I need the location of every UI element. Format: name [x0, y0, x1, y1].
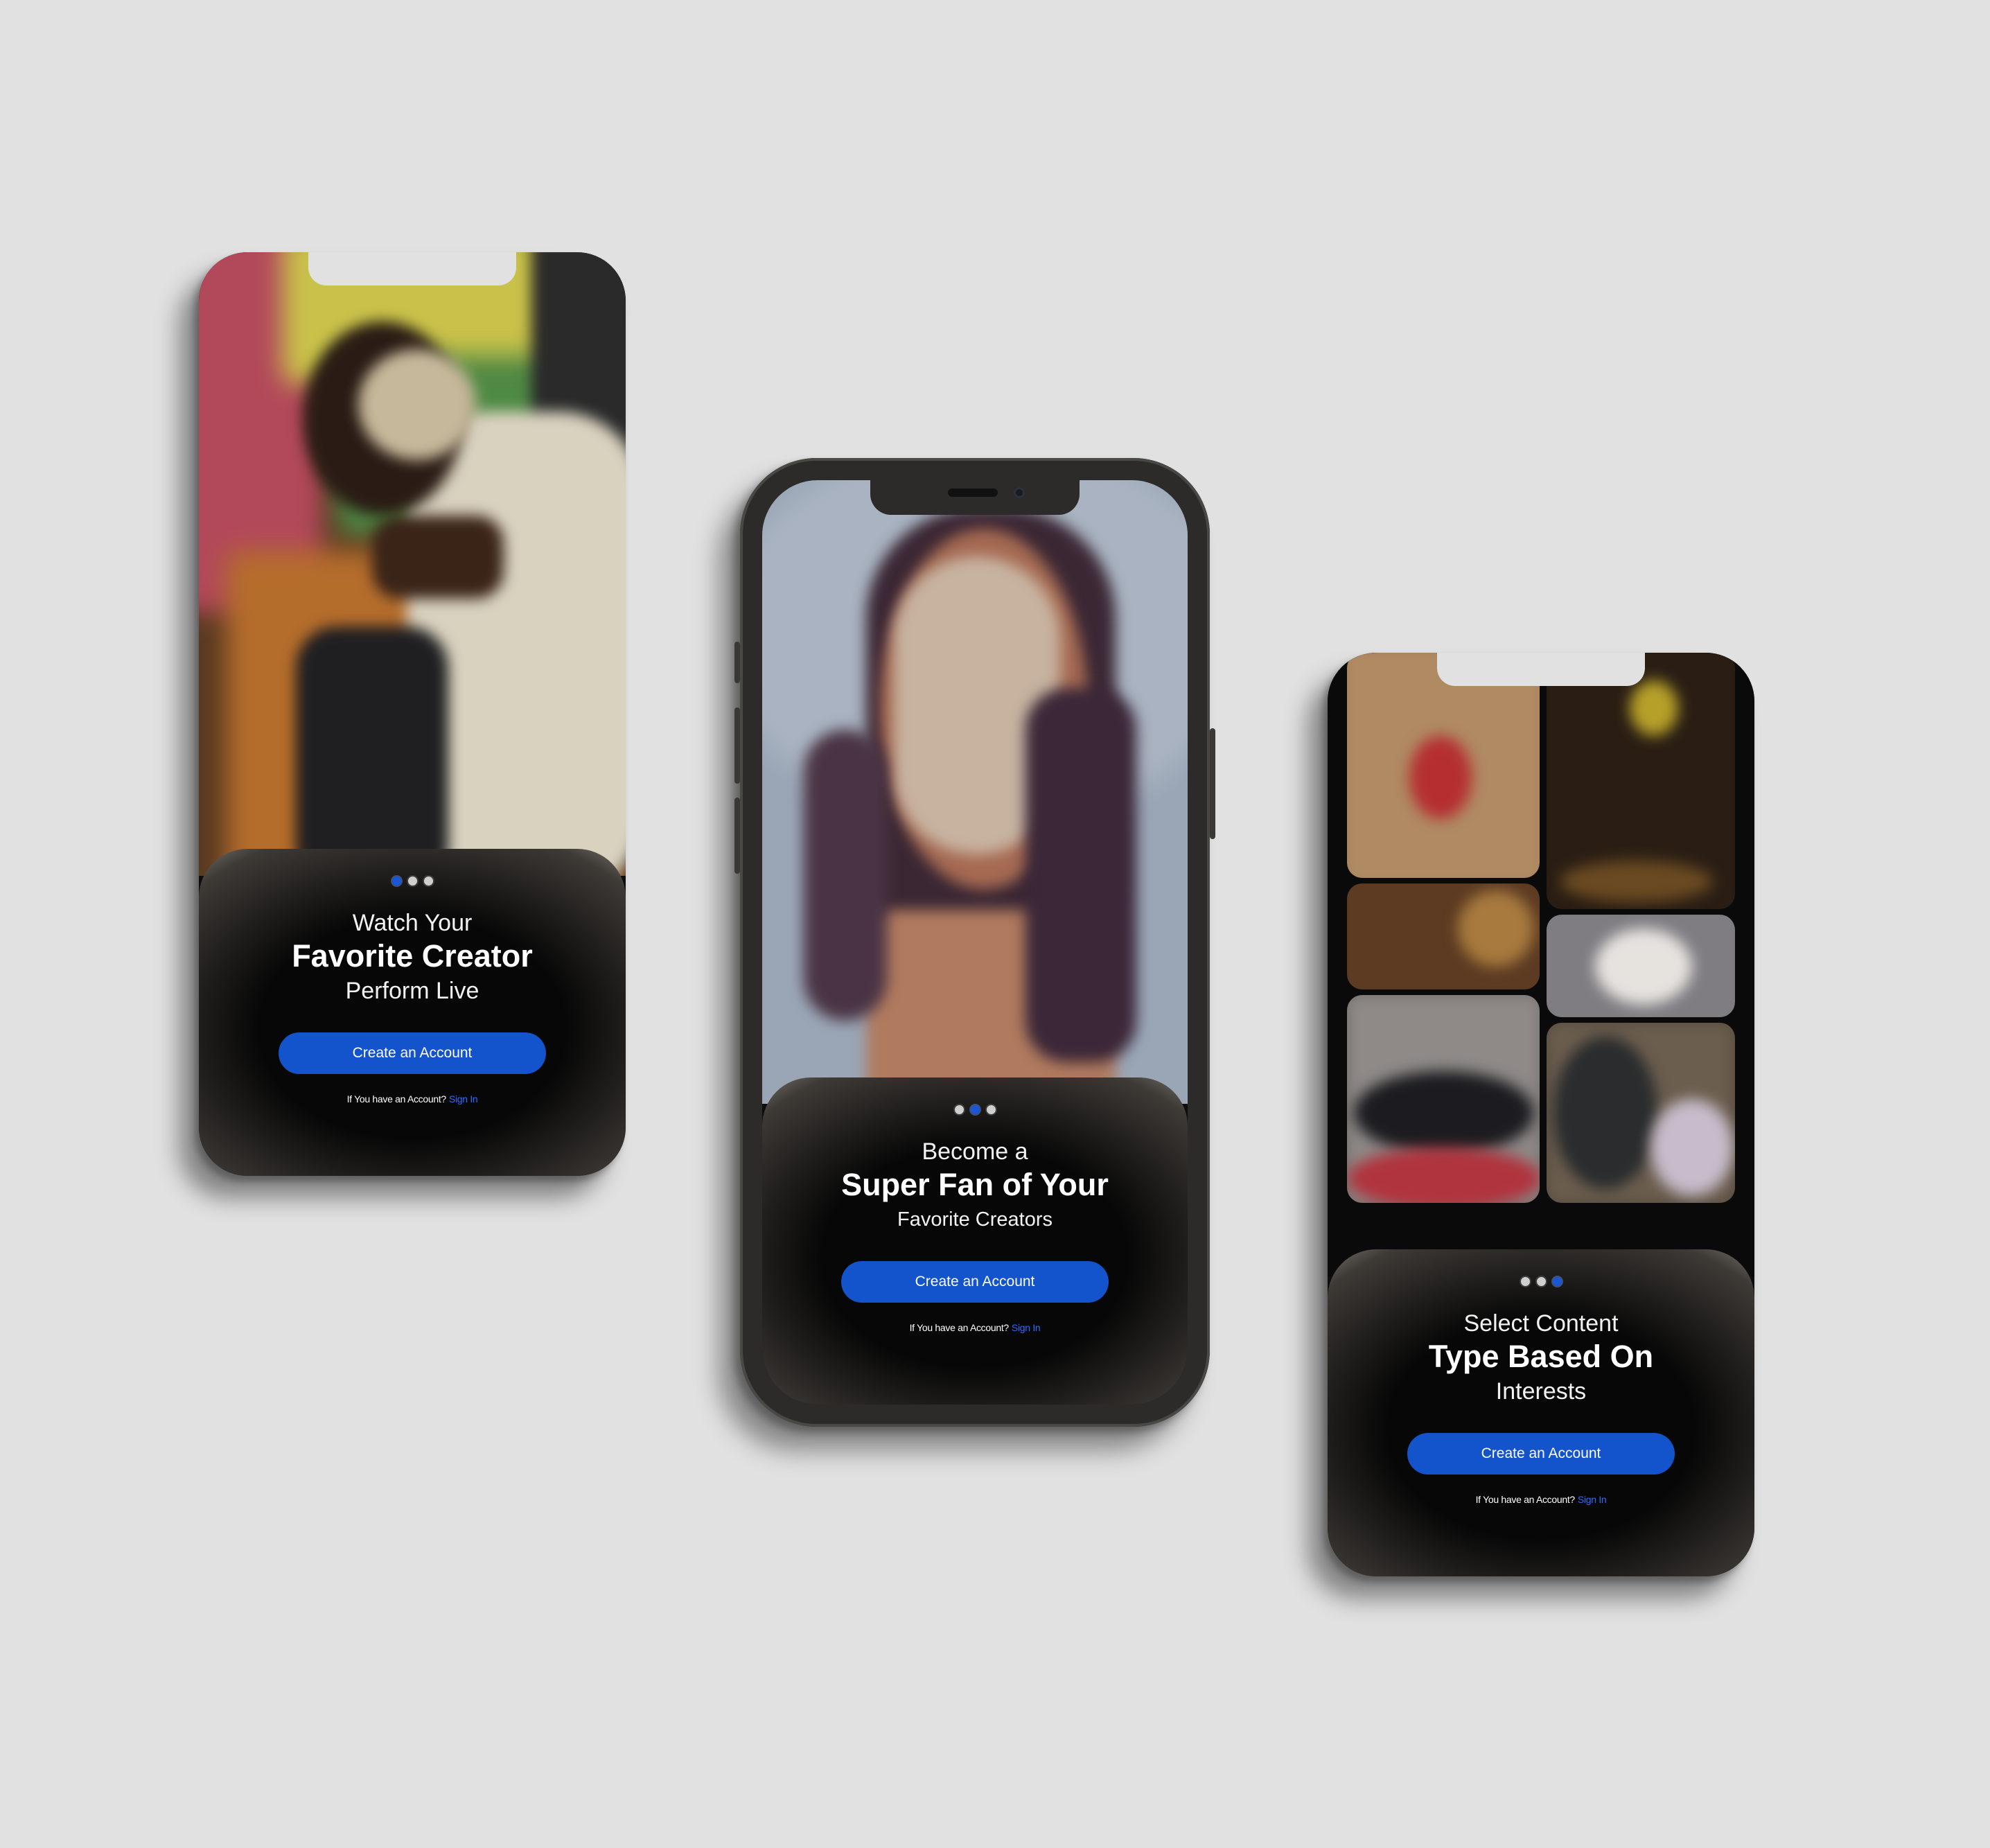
page-dot[interactable]: [1536, 1277, 1546, 1286]
page-dot[interactable]: [1520, 1277, 1530, 1286]
page-dot[interactable]: [423, 877, 433, 886]
content-tile-husky[interactable]: [1547, 915, 1735, 1017]
headline-line-3: Interests: [1495, 1378, 1587, 1405]
page-indicator: [391, 877, 433, 886]
headline-line-3: Perform Live: [345, 978, 479, 1004]
headline-line-2: Type Based On: [1428, 1339, 1654, 1374]
signin-prompt: If You have an Account?: [346, 1093, 447, 1105]
page-indicator: [954, 1105, 996, 1114]
page-dot-active[interactable]: [391, 877, 401, 886]
signin-row: If You have an Account? Sign In: [910, 1322, 1041, 1333]
page-dot[interactable]: [407, 877, 417, 886]
onboarding-screen-2: Become a Super Fan of Your Favorite Crea…: [762, 480, 1188, 1405]
create-account-button[interactable]: Create an Account: [279, 1032, 546, 1074]
phone-side-button: [734, 798, 740, 874]
content-grid: [1328, 653, 1754, 1276]
content-tile-artist[interactable]: [1547, 1023, 1735, 1203]
phone-notch: [870, 480, 1080, 515]
content-tile-beach[interactable]: [1347, 653, 1540, 878]
onboarding-screen-1: Watch Your Favorite Creator Perform Live…: [199, 252, 626, 1176]
signin-link[interactable]: Sign In: [449, 1093, 478, 1105]
headline-line-2: Super Fan of Your: [841, 1167, 1109, 1202]
onboarding-panel: Become a Super Fan of Your Favorite Crea…: [762, 1077, 1188, 1405]
hero-photo-creator-recording: [199, 252, 626, 876]
page-dot-active[interactable]: [970, 1105, 980, 1114]
content-tile-night-dancer[interactable]: [1547, 653, 1735, 909]
earpiece-speaker: [948, 489, 998, 497]
signin-row: If You have an Account? Sign In: [347, 1093, 478, 1105]
signin-link[interactable]: Sign In: [1578, 1494, 1607, 1505]
screen-notch: [308, 252, 516, 285]
phone-side-button: [1210, 728, 1215, 839]
headline-line-3: Favorite Creators: [897, 1208, 1053, 1231]
headline-line-1: Become a: [922, 1138, 1028, 1165]
phone-side-button: [734, 707, 740, 784]
front-camera: [1014, 487, 1025, 498]
signin-row: If You have an Account? Sign In: [1476, 1494, 1607, 1505]
screen-notch: [1437, 653, 1645, 686]
page-indicator: [1520, 1277, 1562, 1286]
signin-prompt: If You have an Account?: [1475, 1494, 1576, 1505]
onboarding-panel: Select Content Type Based On Interests C…: [1328, 1249, 1754, 1576]
signin-prompt: If You have an Account?: [909, 1322, 1010, 1333]
headline-line-2: Favorite Creator: [292, 938, 533, 974]
create-account-button[interactable]: Create an Account: [1407, 1433, 1675, 1475]
onboarding-panel: Watch Your Favorite Creator Perform Live…: [199, 849, 626, 1176]
page-dot-active[interactable]: [1552, 1277, 1562, 1286]
create-account-button[interactable]: Create an Account: [841, 1261, 1109, 1303]
hero-photo-creator-portrait: [762, 480, 1188, 1104]
signin-link[interactable]: Sign In: [1012, 1322, 1041, 1333]
headline-line-1: Select Content: [1463, 1310, 1619, 1337]
content-tile-food[interactable]: [1347, 883, 1540, 989]
phone-frame: Become a Super Fan of Your Favorite Crea…: [734, 458, 1215, 1427]
page-dot[interactable]: [986, 1105, 996, 1114]
page-dot[interactable]: [954, 1105, 964, 1114]
phone-side-button: [734, 642, 740, 683]
headline-line-1: Watch Your: [352, 910, 473, 936]
onboarding-screen-3: Select Content Type Based On Interests C…: [1328, 653, 1754, 1576]
content-tile-friends[interactable]: [1347, 995, 1540, 1203]
